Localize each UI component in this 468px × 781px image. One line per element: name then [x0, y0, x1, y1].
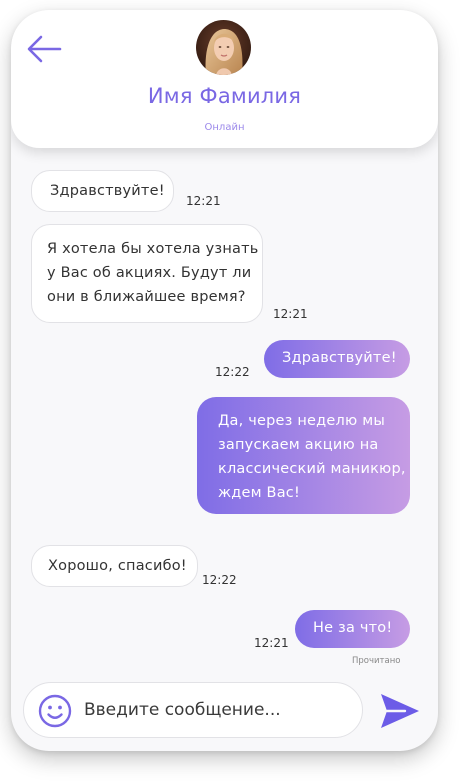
chat-header: Имя Фамилия Онлайн [11, 10, 438, 148]
chat-screen: Имя Фамилия Онлайн Здравствуйте! 12:21 Я… [11, 10, 438, 751]
message-text: Здравствуйте! [50, 183, 165, 199]
message-incoming[interactable]: Хорошо, спасибо! [31, 545, 198, 587]
message-incoming[interactable]: Здравствуйте! [31, 170, 174, 212]
message-time: 12:21 [254, 636, 289, 650]
message-line: они в ближайшее время? [47, 289, 246, 305]
message-composer [23, 682, 363, 738]
message-outgoing[interactable]: Да, через неделю мы запускаем акцию на к… [197, 397, 410, 514]
message-time: 12:22 [202, 573, 237, 587]
smiley-icon[interactable] [38, 694, 72, 728]
message-line: у Вас об акциях. Будут ли [47, 265, 252, 281]
message-line: классический маникюр, [218, 461, 406, 477]
message-line: Да, через неделю мы [218, 413, 385, 429]
back-arrow-icon[interactable] [26, 35, 62, 63]
message-input[interactable] [84, 697, 354, 723]
message-line: запускаем акцию на [218, 437, 379, 453]
message-time: 12:21 [186, 194, 221, 208]
message-time: 12:21 [273, 307, 308, 321]
message-time: 12:22 [215, 365, 250, 379]
message-text: Хорошо, спасибо! [48, 558, 187, 574]
avatar[interactable] [196, 20, 251, 75]
message-outgoing[interactable]: Здравствуйте! [264, 340, 410, 378]
message-incoming[interactable]: Я хотела бы хотела узнать у Вас об акция… [31, 224, 263, 323]
message-outgoing[interactable]: Не за что! [295, 610, 410, 648]
message-line: ждем Вас! [218, 485, 300, 501]
paper-plane-icon[interactable] [379, 692, 421, 730]
message-text: Не за что! [313, 620, 393, 636]
message-line: Я хотела бы хотела узнать [47, 241, 259, 257]
contact-name: Имя Фамилия [147, 84, 302, 108]
online-status: Онлайн [204, 122, 245, 133]
message-text: Здравствуйте! [282, 350, 397, 366]
read-receipt: Прочитано [352, 656, 401, 666]
avatar-photo [196, 20, 251, 75]
